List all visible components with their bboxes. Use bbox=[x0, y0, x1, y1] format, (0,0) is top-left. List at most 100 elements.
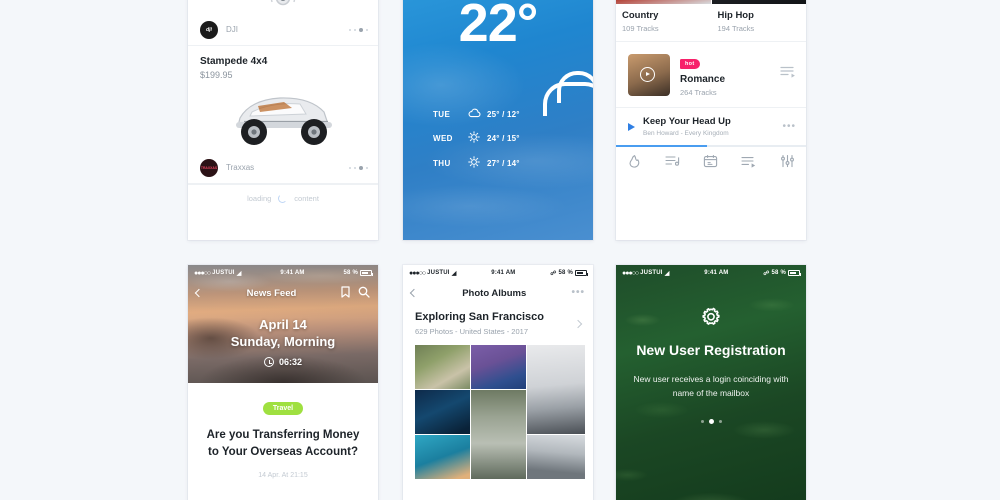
onboarding-pager-dots[interactable] bbox=[632, 418, 790, 424]
now-playing-title: Keep Your Head Up bbox=[643, 116, 731, 127]
equalizer-icon[interactable] bbox=[780, 154, 795, 169]
album-header[interactable]: Exploring San Francisco 629 Photos - Uni… bbox=[403, 305, 593, 336]
news-nav-title: News Feed bbox=[246, 287, 297, 299]
signal-dots-icon: ●●●○○ bbox=[622, 269, 639, 277]
calendar-icon[interactable] bbox=[703, 154, 718, 169]
play-icon[interactable] bbox=[640, 66, 655, 82]
queue-icon[interactable] bbox=[741, 155, 757, 169]
spinner-icon bbox=[278, 194, 288, 203]
dji-brand-label: DJI bbox=[226, 25, 238, 34]
statusbar-time: 9:41 AM bbox=[704, 270, 729, 276]
playlist-music-icon[interactable] bbox=[665, 154, 681, 169]
wifi-icon: ◢ bbox=[451, 270, 457, 277]
dji-brand-row[interactable]: dji DJI bbox=[188, 14, 378, 46]
photo-thumbnail[interactable] bbox=[527, 345, 585, 434]
photo-thumbnail[interactable] bbox=[415, 390, 470, 434]
statusbar-right: ☍ 58 % bbox=[763, 270, 801, 277]
photo-thumbnail[interactable] bbox=[527, 435, 585, 479]
hero-time-row: 06:32 bbox=[188, 357, 378, 367]
romance-album-art bbox=[628, 53, 670, 96]
hot-badge: hot bbox=[680, 59, 701, 69]
forecast-row: TUE 25° / 12° bbox=[433, 108, 563, 121]
news-feed-card: ●●●○○ JUSTUI ◢ 9:41 AM 58 % News Feed Ap… bbox=[188, 265, 378, 500]
signup-description: New user receives a login coinciding wit… bbox=[633, 373, 789, 399]
pager-dot bbox=[349, 28, 351, 31]
traxxas-brand-row[interactable]: TRAXXAS Traxxas bbox=[188, 152, 378, 184]
dji-brand-group: dji DJI bbox=[200, 20, 238, 39]
hiphop-album-art bbox=[711, 0, 806, 4]
bluetooth-icon: ☍ bbox=[550, 270, 557, 277]
statusbar-left: ●●●○○ JUSTUI ◢ bbox=[194, 270, 242, 277]
dji-pager-dots[interactable] bbox=[349, 27, 368, 32]
carrier-label: JUSTUI bbox=[427, 270, 450, 276]
album-title-group: Exploring San Francisco 629 Photos - Uni… bbox=[415, 311, 544, 336]
more-options-icon[interactable]: ••• bbox=[571, 288, 585, 298]
news-navbar: News Feed bbox=[188, 281, 378, 305]
photos-navbar: Photo Albums ••• bbox=[403, 281, 593, 305]
forecast-values: 24° / 15° bbox=[487, 134, 520, 143]
bookmark-icon[interactable] bbox=[341, 286, 350, 300]
forecast-row: WED 24° / 15° bbox=[433, 131, 563, 146]
hero-date-line1: April 14 bbox=[259, 317, 307, 332]
pager-dot bbox=[354, 28, 356, 31]
forecast-day: TUE bbox=[433, 110, 451, 119]
truck-product-image bbox=[188, 82, 378, 152]
more-options-icon[interactable]: ••• bbox=[782, 121, 796, 132]
photo-thumbnail[interactable] bbox=[471, 345, 526, 389]
pager-dot-active bbox=[708, 418, 714, 424]
album-title-row: Exploring San Francisco 629 Photos - Uni… bbox=[415, 311, 583, 336]
clock-icon bbox=[263, 357, 274, 367]
play-icon[interactable] bbox=[628, 122, 635, 131]
forecast-day: WED bbox=[433, 134, 453, 143]
bluetooth-icon: ☍ bbox=[763, 270, 770, 277]
mockup-gallery: dji DJI Stampede 4x4 $199.95 ♡ bbox=[0, 0, 1000, 500]
flame-icon[interactable] bbox=[627, 154, 642, 169]
back-icon[interactable] bbox=[194, 288, 204, 298]
album-hiphop[interactable]: Hip Hop 194 Tracks bbox=[711, 0, 807, 33]
now-playing-bar[interactable]: Keep Your Head Up Ben Howard - Every Kin… bbox=[616, 107, 806, 145]
pager-dot bbox=[349, 166, 351, 169]
photo-thumbnail[interactable] bbox=[415, 435, 470, 479]
news-headline[interactable]: Are you Transferring Money to Your Overs… bbox=[204, 427, 362, 460]
drone-product-image bbox=[188, 0, 378, 14]
gear-icon bbox=[700, 307, 722, 329]
battery-percent-label: 58 % bbox=[343, 270, 358, 276]
back-icon[interactable] bbox=[409, 288, 419, 298]
album-country[interactable]: Country 109 Tracks bbox=[616, 0, 711, 33]
pager-dot-active bbox=[359, 27, 363, 32]
search-icon[interactable] bbox=[358, 286, 370, 300]
photo-thumbnail[interactable] bbox=[415, 345, 470, 389]
battery-icon bbox=[575, 270, 588, 276]
sun-icon bbox=[461, 131, 487, 146]
news-hero-date-block: April 14 Sunday, Morning 06:32 bbox=[188, 317, 378, 367]
hero-date-line2: Sunday, Morning bbox=[230, 334, 336, 349]
photos-statusbar: ●●●○○ JUSTUI ◢ 9:41 AM ☍ 58 % bbox=[403, 265, 593, 281]
traxxas-brand-label: Traxxas bbox=[226, 163, 255, 172]
forecast-row: THU 27° / 14° bbox=[433, 156, 563, 171]
hiphop-meta: Hip Hop 194 Tracks bbox=[712, 4, 807, 33]
country-album-name: Country bbox=[622, 10, 659, 21]
category-tag[interactable]: Travel bbox=[262, 402, 304, 415]
traxxas-pager-dots[interactable] bbox=[349, 165, 368, 170]
signup-statusbar: ●●●○○ JUSTUI ◢ 9:41 AM ☍ 58 % bbox=[616, 265, 806, 281]
pager-dot-active bbox=[359, 165, 363, 170]
playback-progress-bar[interactable] bbox=[616, 145, 806, 147]
statusbar-time: 9:41 AM bbox=[280, 270, 305, 276]
romance-track-count: 264 Tracks bbox=[680, 88, 717, 97]
weather-card: Monday, 16:56 22° TUE 25° / 12° WED 24° … bbox=[403, 0, 593, 240]
hero-time-label: 06:32 bbox=[278, 357, 303, 367]
forecast-values: 27° / 14° bbox=[487, 159, 520, 168]
photo-thumbnail[interactable] bbox=[471, 390, 526, 479]
featured-playlist-row[interactable]: hot Romance 264 Tracks bbox=[616, 42, 806, 107]
stampede-header: Stampede 4x4 $199.95 ♡ bbox=[188, 46, 378, 82]
photo-albums-card: ●●●○○ JUSTUI ◢ 9:41 AM ☍ 58 % Photo Albu… bbox=[403, 265, 593, 500]
shop-card: dji DJI Stampede 4x4 $199.95 ♡ bbox=[188, 0, 378, 240]
statusbar-right: ☍ 58 % bbox=[550, 270, 588, 277]
queue-icon[interactable] bbox=[780, 65, 796, 84]
chevron-right-icon[interactable] bbox=[573, 319, 583, 328]
country-track-count: 109 Tracks bbox=[622, 24, 659, 33]
traxxas-logo-icon: TRAXXAS bbox=[200, 158, 218, 177]
wifi-icon: ◢ bbox=[236, 270, 242, 277]
sun-icon bbox=[461, 156, 487, 171]
forecast-day: THU bbox=[433, 159, 451, 168]
